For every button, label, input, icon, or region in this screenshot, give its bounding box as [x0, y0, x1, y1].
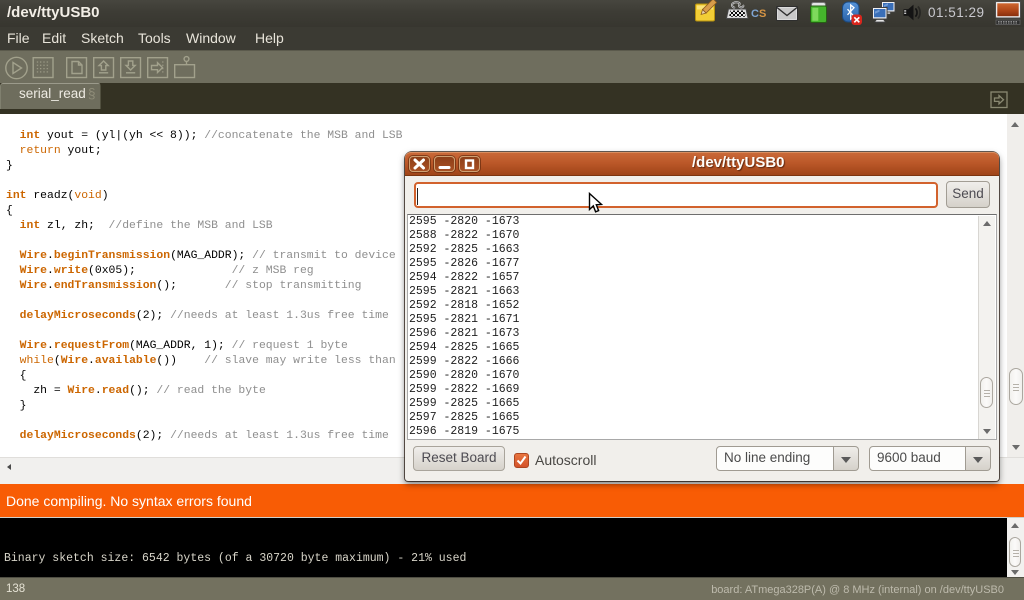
svg-text:S: S	[759, 8, 766, 20]
svg-text:C: C	[751, 8, 759, 20]
